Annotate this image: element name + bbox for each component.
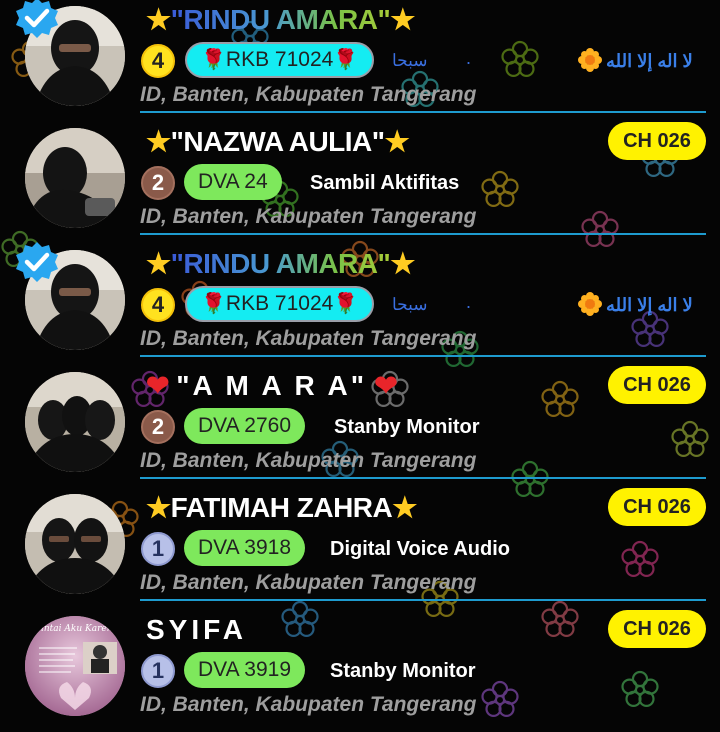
divider bbox=[140, 111, 706, 113]
niqab-group-image bbox=[25, 494, 125, 594]
list-item[interactable]: ★"RINDU AMARA"★ 4 🌹RKB 71024🌹 سبحا . لا … bbox=[0, 0, 720, 122]
callsign-badge: DVA 3918 bbox=[184, 530, 306, 566]
location-text: ID, Banten, Kabupaten Tangerang bbox=[140, 693, 477, 716]
status-text: Stanby Monitor bbox=[330, 660, 476, 682]
arabic-text: سبحا bbox=[392, 51, 428, 70]
level-badge: 1 bbox=[141, 654, 175, 688]
level-badge: 4 bbox=[141, 288, 175, 322]
divider bbox=[140, 477, 706, 479]
avatar-caption: Cintai Aku Karena bbox=[34, 624, 118, 634]
status-text: Digital Voice Audio bbox=[330, 538, 511, 560]
heart-icon: ❤ bbox=[374, 370, 398, 401]
list-item[interactable]: Cintai Aku Karena SYIFA 1 DVA 3919 Stanb… bbox=[0, 610, 720, 732]
sunflower-icon bbox=[578, 292, 602, 316]
niqab-group-image bbox=[25, 372, 125, 472]
level-badge: 2 bbox=[141, 410, 175, 444]
user-name: ★"RINDU AMARA"★ bbox=[146, 2, 415, 38]
arabic-text: سبحا bbox=[392, 295, 428, 314]
rose-icon: 🌹 bbox=[201, 49, 226, 71]
star-icon: ★ bbox=[146, 4, 171, 35]
location-text: ID, Banten, Kabupaten Tangerang bbox=[140, 571, 477, 594]
user-name: ★"NAZWA AULIA"★ bbox=[146, 124, 410, 160]
rose-icon: 🌹 bbox=[201, 293, 226, 315]
star-icon: ★ bbox=[146, 492, 171, 523]
heart-icon: ❤ bbox=[146, 370, 169, 401]
callsign-badge: DVA 2760 bbox=[184, 408, 306, 444]
dot-text: . bbox=[466, 48, 472, 68]
list-item[interactable]: ★FATIMAH ZAHRA★ 1 DVA 3918 Digital Voice… bbox=[0, 488, 720, 610]
user-name: SYIFA bbox=[146, 614, 247, 645]
location-text: ID, Banten, Kabupaten Tangerang bbox=[140, 449, 477, 472]
arabic-text: لا اله إلا الله bbox=[606, 295, 693, 315]
callsign-badge: DVA 24 bbox=[184, 164, 282, 200]
user-name: ★"RINDU AMARA"★ bbox=[146, 246, 415, 282]
user-name-text: FATIMAH ZAHRA bbox=[170, 492, 393, 523]
arabic-text: لا اله إلا الله bbox=[606, 51, 693, 71]
level-badge: 4 bbox=[141, 44, 175, 78]
avatar[interactable] bbox=[25, 494, 125, 594]
niqab-portrait-image bbox=[25, 128, 125, 228]
list-item[interactable]: ★"RINDU AMARA"★ 4 🌹RKB 71024🌹 سبحا . لا … bbox=[0, 242, 720, 366]
star-icon: ★ bbox=[390, 248, 415, 279]
star-icon: ★ bbox=[384, 126, 410, 157]
channel-badge[interactable]: CH 026 bbox=[608, 610, 706, 648]
verified-check-icon bbox=[14, 240, 60, 286]
level-badge: 1 bbox=[141, 532, 175, 566]
location-text: ID, Banten, Kabupaten Tangerang bbox=[140, 83, 477, 106]
verified-check-icon bbox=[14, 0, 60, 42]
callsign-badge: 🌹RKB 71024🌹 bbox=[185, 286, 375, 322]
list-item[interactable]: ★"NAZWA AULIA"★ 2 DVA 24 Sambil Aktifita… bbox=[0, 122, 720, 244]
avatar[interactable] bbox=[25, 372, 125, 472]
dot-text: . bbox=[466, 292, 472, 312]
star-icon: ★ bbox=[146, 248, 171, 279]
divider bbox=[140, 355, 706, 357]
star-icon: ★ bbox=[146, 126, 171, 157]
status-text: Sambil Aktifitas bbox=[310, 172, 460, 194]
status-text: Stanby Monitor bbox=[334, 416, 480, 438]
user-name: ★FATIMAH ZAHRA★ bbox=[146, 490, 417, 526]
location-text: ID, Banten, Kabupaten Tangerang bbox=[140, 327, 477, 350]
channel-badge[interactable]: CH 026 bbox=[608, 488, 706, 526]
user-name-text: "RINDU AMARA" bbox=[170, 4, 391, 35]
divider bbox=[140, 233, 706, 235]
rose-icon: 🌹 bbox=[333, 293, 359, 315]
user-name-text: "NAZWA AULIA" bbox=[170, 126, 385, 157]
channel-badge[interactable]: CH 026 bbox=[608, 122, 706, 160]
rose-icon: 🌹 bbox=[333, 49, 359, 71]
level-badge: 2 bbox=[141, 166, 175, 200]
user-name: ❤ "A M A R A" ❤ bbox=[146, 368, 398, 404]
channel-badge[interactable]: CH 026 bbox=[608, 366, 706, 404]
divider bbox=[140, 599, 706, 601]
user-name-text: "A M A R A" bbox=[176, 370, 367, 401]
user-list: ★"RINDU AMARA"★ 4 🌹RKB 71024🌹 سبحا . لا … bbox=[0, 0, 720, 720]
user-name-text: "RINDU AMARA" bbox=[170, 248, 391, 279]
callsign-text: RKB 71024 bbox=[225, 48, 334, 71]
callsign-badge: 🌹RKB 71024🌹 bbox=[185, 42, 375, 78]
callsign-text: RKB 71024 bbox=[225, 292, 334, 315]
star-icon: ★ bbox=[392, 492, 417, 523]
star-icon: ★ bbox=[390, 4, 415, 35]
list-item[interactable]: ❤ "A M A R A" ❤ 2 DVA 2760 Stanby Monito… bbox=[0, 366, 720, 488]
sunflower-icon bbox=[578, 48, 602, 72]
callsign-badge: DVA 3919 bbox=[184, 652, 306, 688]
avatar[interactable] bbox=[25, 128, 125, 228]
avatar[interactable]: Cintai Aku Karena bbox=[25, 616, 125, 716]
location-text: ID, Banten, Kabupaten Tangerang bbox=[140, 205, 477, 228]
